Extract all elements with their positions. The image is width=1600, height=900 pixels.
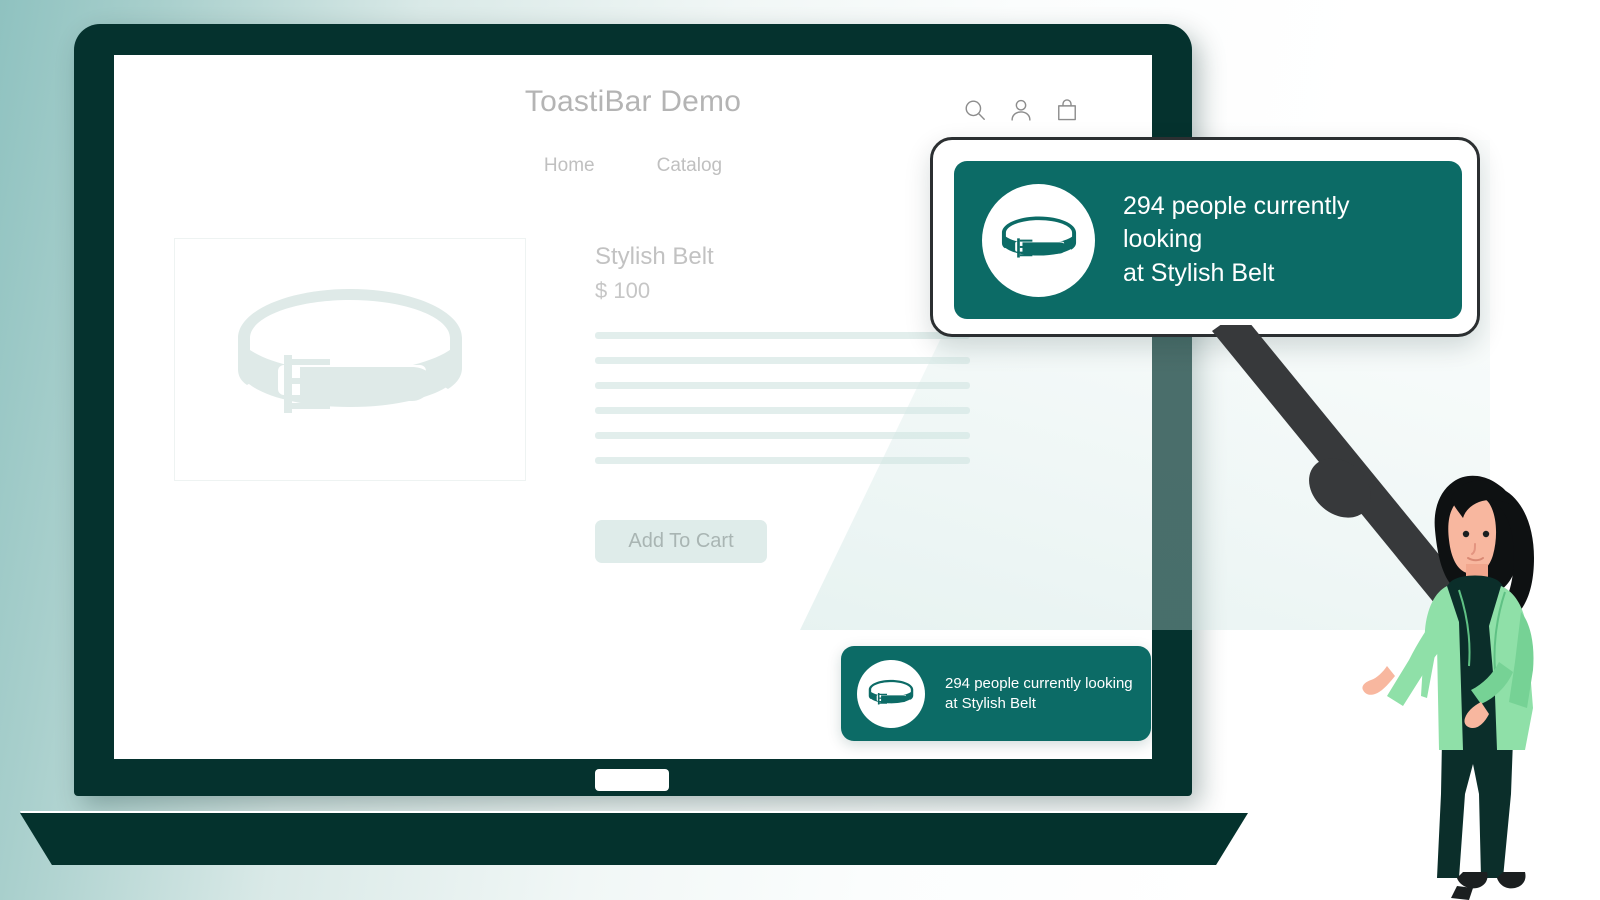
magnifier-handle	[1205, 330, 1505, 660]
toast-thumbnail-magnified	[982, 183, 1095, 297]
product-image	[174, 238, 526, 481]
add-to-cart-button[interactable]: Add To Cart	[595, 520, 767, 563]
belt-thumbnail-icon	[1001, 216, 1076, 258]
shopping-bag-icon[interactable]	[1054, 97, 1080, 123]
belt-thumbnail-icon	[868, 679, 914, 705]
woman-illustration	[1362, 475, 1534, 900]
toast-message-magnified: 294 people currently looking at Stylish …	[1123, 190, 1434, 291]
skeleton-line	[595, 357, 970, 364]
laptop-trackpad	[595, 769, 669, 791]
toast-message-line1: 294 people currently looking	[945, 674, 1133, 692]
nav-item-home[interactable]: Home	[544, 155, 595, 177]
toast-notification-magnified[interactable]: 294 people currently looking at Stylish …	[954, 161, 1462, 319]
search-icon[interactable]	[962, 97, 988, 123]
skeleton-line	[595, 332, 970, 339]
skeleton-line	[595, 407, 970, 414]
scene-canvas: ToastiBar Demo Home Catalog Stylish Belt…	[0, 0, 1600, 900]
skeleton-line	[595, 457, 970, 464]
magnifier-lens: 294 people currently looking at Stylish …	[930, 137, 1480, 337]
toast-message-line1: 294 people currently looking	[1123, 191, 1350, 254]
toast-message-line2: at Stylish Belt	[945, 694, 1036, 712]
toast-message-line2: at Stylish Belt	[1123, 258, 1275, 287]
skeleton-line	[595, 382, 970, 389]
skeleton-line	[595, 432, 970, 439]
belt-illustration	[238, 288, 462, 413]
header-icon-group	[962, 97, 1080, 123]
product-description-skeleton	[595, 332, 1025, 464]
magnifier-handle-shape	[1212, 325, 1490, 637]
nav-item-catalog[interactable]: Catalog	[657, 155, 723, 177]
toast-notification[interactable]: 294 people currently looking at Stylish …	[841, 646, 1151, 741]
laptop-base	[20, 813, 1248, 865]
toast-message: 294 people currently looking at Stylish …	[945, 674, 1135, 714]
toast-thumbnail	[857, 659, 925, 728]
account-icon[interactable]	[1008, 97, 1034, 123]
